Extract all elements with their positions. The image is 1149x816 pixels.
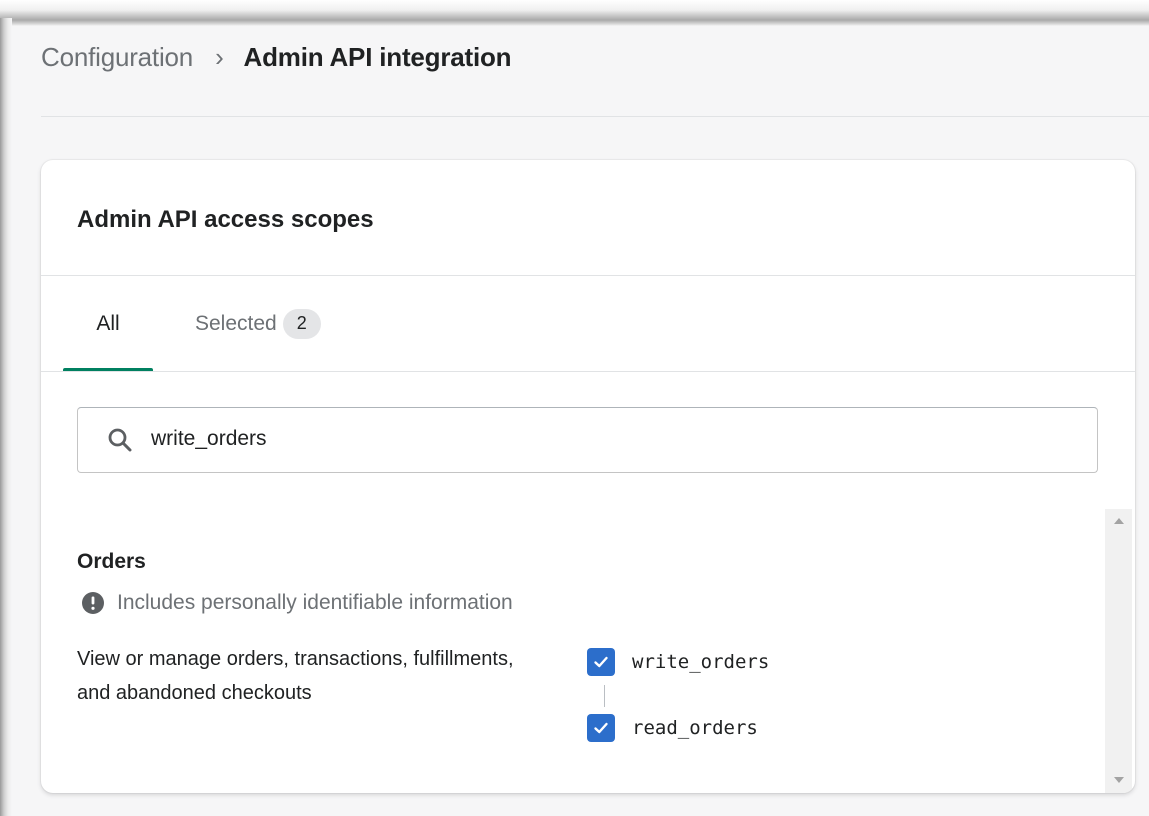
tab-all-label: All — [96, 311, 120, 335]
breadcrumb-separator-icon: › — [215, 41, 224, 72]
alert-circle-icon — [82, 592, 104, 614]
window-frame: Configuration › Admin API integration Ad… — [0, 0, 1149, 816]
tabs-divider — [41, 371, 1135, 372]
tab-all[interactable]: All — [63, 276, 153, 371]
window-left-edge — [0, 18, 12, 816]
scope-tabs: All Selected 2 — [63, 276, 321, 371]
scope-read-orders[interactable]: read_orders — [587, 714, 758, 742]
tab-selected[interactable]: Selected 2 — [195, 276, 321, 371]
scope-search-input[interactable]: write_orders — [77, 407, 1098, 473]
card-title: Admin API access scopes — [77, 206, 374, 233]
read-orders-label[interactable]: read_orders — [632, 717, 758, 739]
vertical-scrollbar[interactable] — [1105, 509, 1132, 793]
page: Configuration › Admin API integration Ad… — [12, 26, 1149, 816]
access-scopes-card: Admin API access scopes All Selected 2 w… — [41, 160, 1135, 793]
tab-selected-label: Selected — [195, 311, 277, 335]
scopes-list: Orders Includes personally identifiable … — [41, 509, 1135, 793]
write-orders-label[interactable]: write_orders — [632, 651, 769, 673]
pii-notice: Includes personally identifiable informa… — [77, 591, 513, 615]
checkmark-icon — [594, 722, 608, 734]
scroll-up-arrow-icon[interactable] — [1114, 518, 1124, 524]
window-top-edge — [0, 0, 1149, 26]
read-orders-checkbox[interactable] — [587, 714, 615, 742]
scroll-down-arrow-icon[interactable] — [1114, 777, 1124, 783]
page-title: Admin API integration — [243, 41, 512, 72]
section-title-orders: Orders — [77, 550, 146, 573]
scope-write-orders[interactable]: write_orders — [587, 648, 769, 676]
checkmark-icon — [594, 656, 608, 668]
breadcrumb-configuration-link[interactable]: Configuration — [41, 42, 193, 73]
scope-description: View or manage orders, transactions, ful… — [77, 648, 514, 704]
header-divider — [41, 116, 1149, 117]
search-icon — [108, 428, 132, 452]
breadcrumb: Configuration › Admin API integration — [41, 40, 512, 74]
pii-notice-text: Includes personally identifiable informa… — [117, 591, 513, 614]
search-input-value[interactable]: write_orders — [151, 427, 267, 451]
scope-connector-line — [604, 685, 605, 707]
selected-count-badge: 2 — [282, 308, 321, 339]
write-orders-checkbox[interactable] — [587, 648, 615, 676]
